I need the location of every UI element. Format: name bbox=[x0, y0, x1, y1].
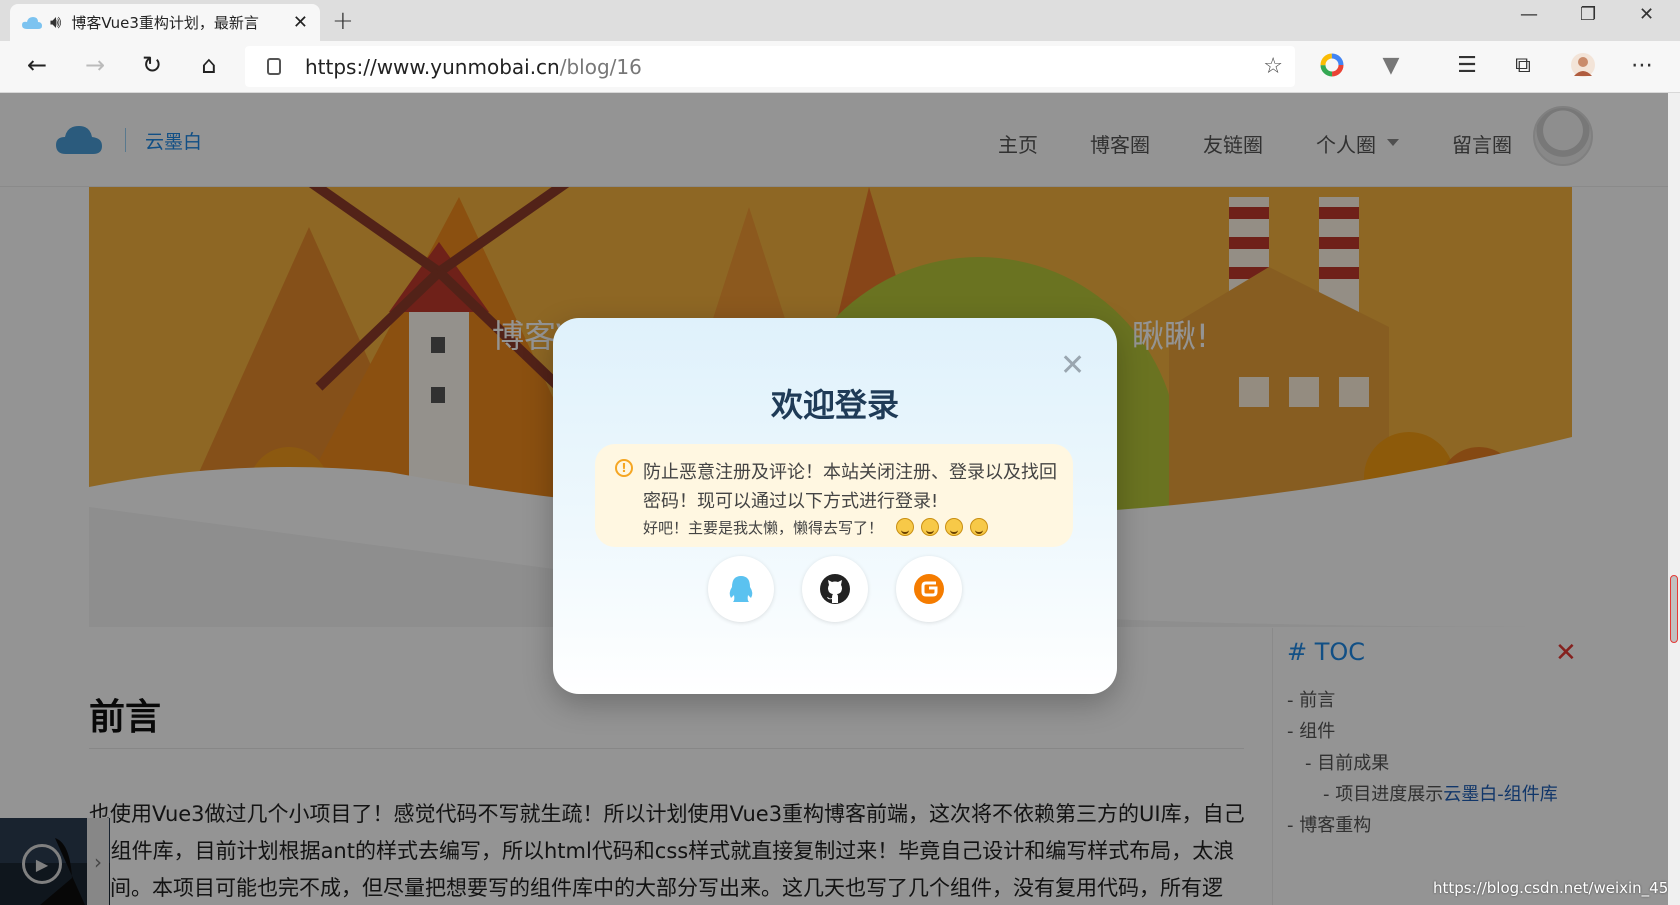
warning-icon: ! bbox=[615, 459, 633, 477]
modal-close-icon[interactable]: ✕ bbox=[1060, 348, 1085, 383]
modal-title: 欢迎登录 bbox=[770, 386, 899, 424]
lock-icon[interactable] bbox=[267, 58, 281, 75]
profile-avatar-icon[interactable] bbox=[1568, 50, 1598, 80]
blush-emoji-icon bbox=[920, 518, 939, 536]
favorite-star-icon[interactable]: ☆ bbox=[1263, 54, 1283, 79]
close-tab-icon[interactable]: ✕ bbox=[293, 12, 308, 33]
back-icon[interactable]: ← bbox=[22, 51, 52, 79]
gitee-login-button[interactable] bbox=[896, 556, 962, 622]
page-scrollbar[interactable] bbox=[1668, 93, 1680, 905]
restore-icon[interactable]: ❐ bbox=[1580, 4, 1596, 25]
audio-playing-icon[interactable]: 🔊︎ bbox=[50, 12, 61, 33]
sunglasses-emoji-icon bbox=[970, 518, 989, 536]
webpage: 云墨白 主页 博客圈 友链圈 个人圈 留言圈 博客V 瞅瞅! 前言 也使用Vue… bbox=[0, 93, 1668, 905]
notice-main-text: 防止恶意注册及评论！本站关闭注册、登录以及找回密码！现可以通过以下方式进行登录! bbox=[643, 462, 1057, 512]
address-toolbar: ← → ↻ ⌂ https://www.yunmobai.cn/blog/16 … bbox=[0, 41, 1680, 93]
csdn-watermark: https://blog.csdn.net/weixin_45294077 bbox=[1433, 879, 1668, 897]
smile-emoji-icon bbox=[895, 518, 914, 536]
home-icon[interactable]: ⌂ bbox=[194, 51, 224, 79]
minimize-icon[interactable]: — bbox=[1520, 4, 1538, 25]
new-tab-icon[interactable]: + bbox=[332, 6, 354, 36]
address-bar[interactable]: https://www.yunmobai.cn/blog/16 ☆ bbox=[245, 46, 1295, 87]
browser-tab-strip: 🔊︎ 博客Vue3重构计划，最新言 ✕ + — ❐ ✕ bbox=[0, 0, 1680, 41]
login-modal: ✕ 欢迎登录 ! 防止恶意注册及评论！本站关闭注册、登录以及找回密码！现可以通过… bbox=[553, 318, 1117, 694]
reload-icon[interactable]: ↻ bbox=[137, 51, 167, 79]
cloud-favicon-icon bbox=[22, 16, 42, 29]
github-icon bbox=[820, 574, 850, 604]
qq-login-button[interactable] bbox=[708, 556, 774, 622]
qq-icon bbox=[729, 576, 753, 602]
forward-icon[interactable]: → bbox=[80, 51, 110, 79]
close-window-icon[interactable]: ✕ bbox=[1639, 4, 1654, 25]
extension-v-icon[interactable]: ▼ bbox=[1376, 50, 1406, 80]
gitee-icon bbox=[914, 574, 944, 604]
notice-sub: 好吧！主要是我太懒，懒得去写了！ bbox=[643, 517, 989, 538]
extension-color-icon[interactable] bbox=[1317, 50, 1347, 80]
browser-tab[interactable]: 🔊︎ 博客Vue3重构计划，最新言 ✕ bbox=[10, 4, 320, 41]
scrollbar-thumb[interactable] bbox=[1670, 575, 1678, 643]
favorites-list-icon[interactable]: ☰ bbox=[1452, 50, 1482, 80]
notice-box: ! 防止恶意注册及评论！本站关闭注册、登录以及找回密码！现可以通过以下方式进行登… bbox=[595, 444, 1073, 547]
tab-title: 博客Vue3重构计划，最新言 bbox=[71, 14, 259, 32]
url-text[interactable]: https://www.yunmobai.cn/blog/16 bbox=[305, 55, 642, 79]
github-login-button[interactable] bbox=[802, 556, 868, 622]
more-menu-icon[interactable]: ⋯ bbox=[1627, 50, 1657, 80]
yum-emoji-icon bbox=[945, 518, 964, 536]
collections-icon[interactable]: ⧉ bbox=[1508, 50, 1538, 80]
notice-sub-text: 好吧！主要是我太懒，懒得去写了！ bbox=[643, 519, 884, 537]
